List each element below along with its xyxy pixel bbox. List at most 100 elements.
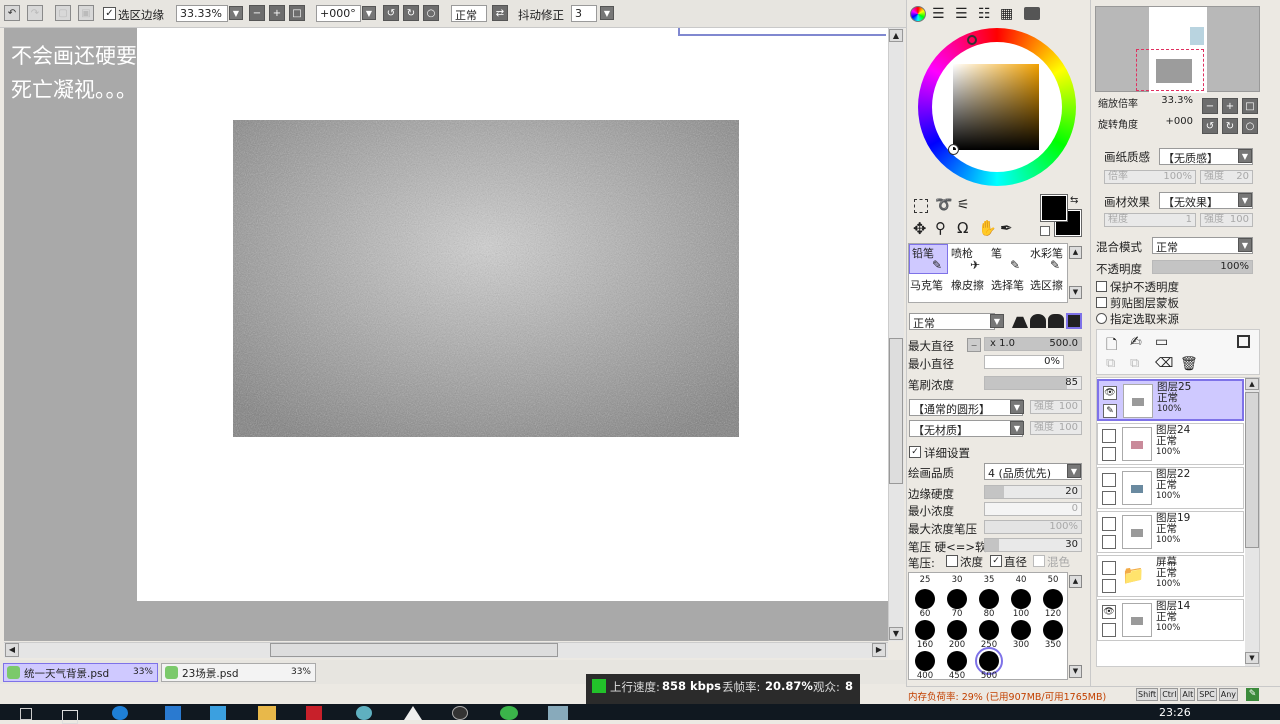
brush-size-preset[interactable] <box>979 589 999 609</box>
rotate-tool-icon[interactable]: Ω <box>957 219 968 237</box>
clip-mask-checkbox[interactable] <box>1096 297 1107 308</box>
effect-strength-slider[interactable]: 强度 100 <box>1200 213 1253 227</box>
brush-shape-soft-icon[interactable] <box>1048 314 1064 328</box>
protect-opacity-checkbox[interactable] <box>1096 281 1107 292</box>
brush-size-preset[interactable] <box>947 589 967 609</box>
rotation-field[interactable]: +000° <box>316 5 361 22</box>
layer-item[interactable]: 👁 图层14 正常 100% <box>1097 599 1244 641</box>
hscroll-right-icon[interactable]: ▶ <box>872 643 886 657</box>
brush-texture-field[interactable]: 【无材质】 <box>909 420 1023 437</box>
vscroll-up-icon[interactable]: ▲ <box>889 29 903 42</box>
brush-blend-field[interactable]: 正常 <box>909 313 995 330</box>
layer-blend-dropdown-icon[interactable]: ▼ <box>1238 238 1252 252</box>
edge-hardness-slider[interactable]: 20 <box>984 485 1082 499</box>
nav-rotate-slider[interactable]: +000 <box>1140 116 1196 130</box>
select-source-radio[interactable] <box>1096 313 1107 324</box>
vscroll-down-icon[interactable]: ▼ <box>889 627 903 640</box>
size-grid-scroll-up-icon[interactable]: ▲ <box>1069 575 1082 588</box>
scratchpad-mode-icon[interactable] <box>1024 7 1040 20</box>
rotate-reset-icon[interactable]: ○ <box>423 5 439 21</box>
brush-size-preset[interactable] <box>975 647 1003 675</box>
brush-size-preset[interactable] <box>1011 620 1031 640</box>
new-folder-icon[interactable]: ▭ <box>1155 334 1168 350</box>
view-mode-field[interactable]: 正常 <box>451 5 487 22</box>
file-explorer-icon[interactable] <box>258 706 276 720</box>
redo-icon[interactable]: ↷ <box>27 5 43 21</box>
magic-wand-icon[interactable]: ⚟ <box>957 197 970 213</box>
brush-shape-medium-icon[interactable] <box>1030 314 1046 328</box>
app-red-icon[interactable] <box>306 706 322 720</box>
sv-marker[interactable] <box>948 144 959 155</box>
layer-lock-icon[interactable] <box>1102 579 1116 593</box>
layer-scroll-up-icon[interactable]: ▲ <box>1245 378 1259 390</box>
layer-item[interactable]: 图层24 正常 100% <box>1097 423 1244 465</box>
max-density-pressure-slider[interactable]: 100% <box>984 520 1082 534</box>
nav-zoom-reset-icon[interactable]: □ <box>1242 98 1258 114</box>
zoom-in-icon[interactable]: + <box>269 5 285 21</box>
brush-blend-dropdown-icon[interactable]: ▼ <box>990 314 1004 328</box>
pressure-softness-slider[interactable]: 30 <box>984 538 1082 552</box>
navigator-preview[interactable] <box>1095 6 1260 93</box>
zoom-field[interactable]: 33.33% <box>176 5 228 22</box>
transparent-color-icon[interactable] <box>1040 226 1050 236</box>
new-layer-icon[interactable]: 🗋 <box>1106 334 1117 358</box>
swap-colors-icon[interactable]: ⇆ <box>1070 195 1078 206</box>
density-slider[interactable]: 85 <box>984 376 1082 390</box>
delete-layer-icon[interactable]: 🗑 <box>1180 356 1198 372</box>
effect-degree-slider[interactable]: 程度 1 <box>1104 213 1196 227</box>
min-size-slider[interactable]: 0% <box>984 355 1064 369</box>
brush-size-preset[interactable] <box>915 589 935 609</box>
palette-mode-icon[interactable]: ▦ <box>1000 6 1013 22</box>
color-wheel-mode-icon[interactable] <box>910 6 926 22</box>
quality-dropdown-icon[interactable]: ▼ <box>1067 464 1081 478</box>
new-linework-layer-icon[interactable]: ✍ <box>1130 334 1142 350</box>
document-tab[interactable]: 统一天气背景.psd 33% <box>3 663 158 682</box>
lasso-icon[interactable]: ➰ <box>935 197 952 213</box>
brush-size-preset[interactable] <box>1043 589 1063 609</box>
foreground-color-swatch[interactable] <box>1040 194 1068 222</box>
layer-item[interactable]: 📁 屏幕 正常 100% <box>1097 555 1244 597</box>
zoom-dropdown-icon[interactable]: ▼ <box>229 6 243 20</box>
paper-strength-slider[interactable]: 强度 20 <box>1200 170 1253 184</box>
layer-lock-icon[interactable] <box>1102 447 1116 461</box>
paper-effect-dropdown-icon[interactable]: ▼ <box>1238 193 1252 207</box>
layer-item[interactable]: 图层19 正常 100% <box>1097 511 1244 553</box>
clear-layer-icon[interactable]: ⌫ <box>1155 356 1173 371</box>
pressure-blend-checkbox[interactable] <box>1033 555 1045 567</box>
hsv-slider-mode-icon[interactable]: ☰ <box>955 6 968 22</box>
eyedropper-icon[interactable]: ✒ <box>1000 219 1013 237</box>
canvas-vscrollbar[interactable] <box>888 28 904 641</box>
move-icon[interactable]: ✥ <box>913 219 926 238</box>
zoom-reset-icon[interactable]: □ <box>289 5 305 21</box>
hand-icon[interactable]: ✋ <box>978 219 997 237</box>
nav-rotate-left-icon[interactable]: ↺ <box>1202 118 1218 134</box>
max-size-slider[interactable]: x 1.0 500.0 <box>984 337 1082 351</box>
rotate-right-icon[interactable]: ↻ <box>403 5 419 21</box>
zoom-tool-icon[interactable]: ⚲ <box>935 219 946 237</box>
layer-visibility-icon[interactable]: 👁 <box>1103 386 1117 400</box>
brush-size-preset[interactable] <box>947 651 967 671</box>
hscroll-thumb[interactable] <box>270 643 558 657</box>
invert-selection-icon[interactable]: ▣ <box>78 5 94 21</box>
hscroll-left-icon[interactable]: ◀ <box>5 643 19 657</box>
min-density-slider[interactable]: 0 <box>984 502 1082 516</box>
brush-size-preset[interactable] <box>915 651 935 671</box>
brush-size-preset[interactable] <box>1043 620 1063 640</box>
layer-scroll-down-icon[interactable]: ▼ <box>1245 652 1259 664</box>
nav-rotate-right-icon[interactable]: ↻ <box>1222 118 1238 134</box>
brush-shape-field[interactable]: 【通常的圆形】 <box>909 399 1023 416</box>
layer-visibility-icon[interactable]: 👁 <box>1102 605 1116 619</box>
stabilizer-field[interactable]: 3 <box>571 5 597 22</box>
brush-shape-dropdown-icon[interactable]: ▼ <box>1010 400 1024 414</box>
layer-lock-icon[interactable]: ✎ <box>1103 404 1117 418</box>
layer-lock-icon[interactable] <box>1102 491 1116 505</box>
layer-lock-icon[interactable] <box>1102 623 1116 637</box>
detail-settings-checkbox[interactable]: ✓ <box>909 446 921 458</box>
wechat-icon[interactable] <box>500 706 518 720</box>
layer-lock-icon[interactable] <box>1102 535 1116 549</box>
zoom-out-icon[interactable]: − <box>249 5 265 21</box>
document-tab[interactable]: 23场景.psd 33% <box>161 663 316 682</box>
paper-scale-slider[interactable]: 倍率 100% <box>1104 170 1196 184</box>
flip-icon[interactable]: ⇄ <box>492 5 508 21</box>
nav-zoom-slider[interactable]: 33.3% <box>1140 95 1196 109</box>
